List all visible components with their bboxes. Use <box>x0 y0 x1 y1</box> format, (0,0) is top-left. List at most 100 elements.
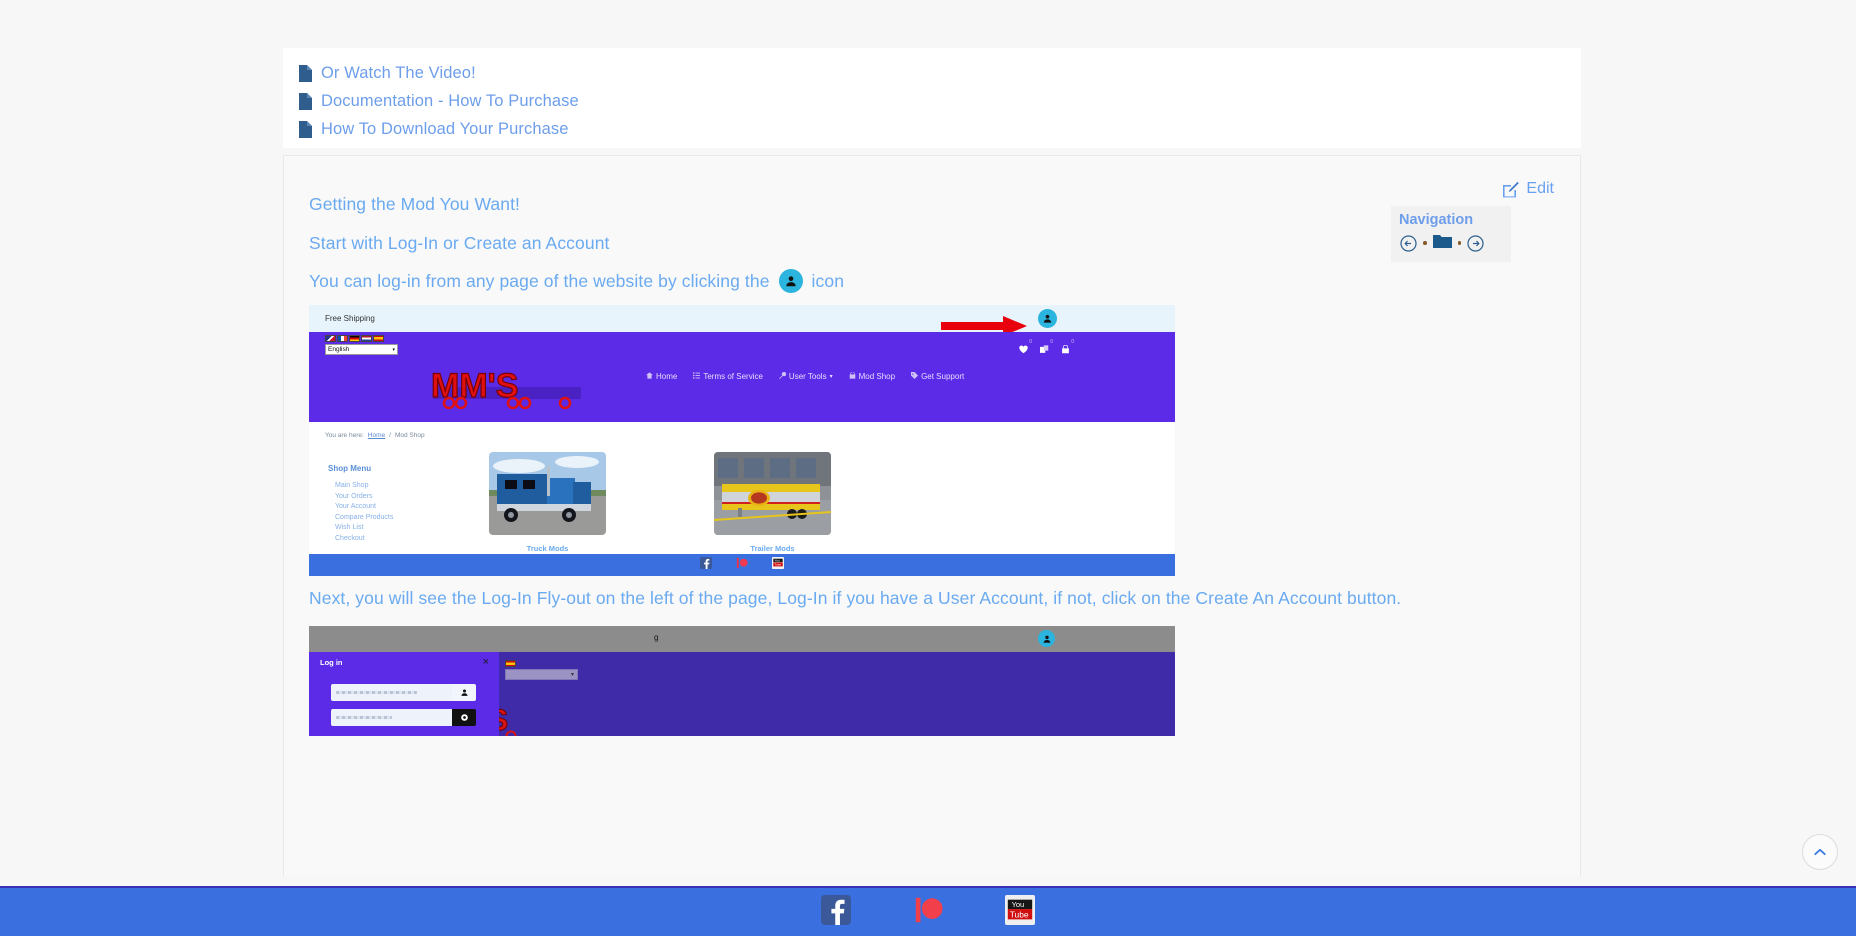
navigation-title: Navigation <box>1391 206 1511 228</box>
compare-count: 0 <box>1050 339 1053 345</box>
user-icon <box>452 684 476 701</box>
cart-icon[interactable]: 0 <box>1061 341 1070 351</box>
sidebar-item-wish-list[interactable]: Wish List <box>328 523 448 534</box>
wrench-icon <box>779 372 786 381</box>
nav-label: Mod Shop <box>859 372 895 381</box>
uk-flag[interactable] <box>325 335 336 342</box>
breadcrumb-prefix: You are here: <box>325 432 364 439</box>
breadcrumb-link-home[interactable]: Home <box>368 432 385 439</box>
section-subtitle: Start with Log-In or Create an Account <box>309 233 610 254</box>
germany-flag[interactable] <box>349 335 360 342</box>
link-watch-video[interactable]: Or Watch The Video! <box>321 65 476 82</box>
nav-separator-dot <box>1423 241 1427 245</box>
language-select[interactable]: ▾ <box>505 669 578 680</box>
navigation-box: Navigation <box>1391 206 1511 262</box>
language-flags[interactable] <box>325 335 385 342</box>
breadcrumb-separator: / <box>389 432 391 439</box>
edit-button[interactable]: Edit <box>1502 180 1554 198</box>
arrow-left-circle-icon[interactable] <box>1400 235 1417 252</box>
sidebar-item-checkout[interactable]: Checkout <box>328 534 448 545</box>
shop-body: Shop Menu Main Shop Your Orders Your Acc… <box>309 448 1175 576</box>
list-item[interactable]: Or Watch The Video! <box>299 60 1581 87</box>
scroll-to-top-button[interactable] <box>1802 834 1838 870</box>
user-account-icon[interactable] <box>1038 630 1055 647</box>
patreon-icon[interactable] <box>913 895 943 930</box>
nav-item-home[interactable]: Home <box>646 372 677 381</box>
password-field-group[interactable] <box>331 709 476 726</box>
chevron-down-icon: ▾ <box>571 671 574 678</box>
site-header-dimmed: ▾ MM'S Log in × <box>309 652 1175 736</box>
youtube-icon[interactable]: YouTube <box>772 556 784 574</box>
facebook-icon[interactable] <box>700 556 712 574</box>
promo-text-partial: g <box>654 633 658 642</box>
site-logo[interactable]: MM'S <box>425 359 589 414</box>
nav-item-user-tools[interactable]: User Tools ▾ <box>779 372 833 381</box>
product-title: Truck Mods <box>489 544 606 553</box>
wishlist-heart-icon[interactable]: 0 <box>1019 341 1028 351</box>
document-icon <box>299 65 312 82</box>
nav-label: User Tools <box>789 372 827 381</box>
spain-flag[interactable] <box>505 660 516 667</box>
article-content-panel: Edit Navigation Getting the Mod You Want… <box>283 155 1581 877</box>
password-input[interactable] <box>331 709 452 726</box>
chevron-up-icon <box>1813 845 1827 859</box>
main-navigation: Home Terms of Service User Tools ▾ <box>646 372 964 381</box>
username-field-group[interactable] <box>331 684 476 701</box>
netherlands-flag[interactable] <box>361 335 372 342</box>
username-value-blurred <box>336 691 417 694</box>
list-item[interactable]: Documentation - How To Purchase <box>299 88 1581 115</box>
language-select[interactable]: English ▾ <box>325 344 398 355</box>
document-icon <box>299 93 312 110</box>
svg-text:You: You <box>1012 900 1025 909</box>
svg-text:Tube: Tube <box>1010 909 1029 919</box>
link-documentation-how-to-purchase[interactable]: Documentation - How To Purchase <box>321 93 579 110</box>
nav-item-mod-shop[interactable]: Mod Shop <box>849 372 895 381</box>
sidebar-item-compare-products[interactable]: Compare Products <box>328 513 448 524</box>
close-icon[interactable]: × <box>483 657 489 668</box>
list-icon <box>693 372 700 381</box>
chevron-down-icon: ▾ <box>392 347 395 353</box>
link-how-to-download-purchase[interactable]: How To Download Your Purchase <box>321 121 569 138</box>
list-item[interactable]: How To Download Your Purchase <box>299 116 1581 143</box>
product-title: Trailer Mods <box>714 544 831 553</box>
nav-separator-dot <box>1458 241 1462 245</box>
nav-item-get-support[interactable]: Get Support <box>911 372 964 381</box>
youtube-icon[interactable]: YouTube <box>1005 895 1035 930</box>
site-footer-social-bar: YouTube <box>0 886 1856 936</box>
screenshot-login-flyout: g ▾ MM'S Log in × <box>309 626 1175 736</box>
nav-item-terms-of-service[interactable]: Terms of Service <box>693 372 763 381</box>
password-value-blurred <box>336 716 392 719</box>
site-promo-bar-dimmed: g <box>309 626 1175 652</box>
user-account-icon[interactable] <box>1038 309 1057 328</box>
home-icon <box>646 372 653 381</box>
social-bar-embedded: YouTube <box>309 554 1175 576</box>
chevron-down-icon: ▾ <box>830 373 833 380</box>
key-icon <box>452 709 476 726</box>
username-input[interactable] <box>331 684 452 701</box>
login-instruction-text-after: icon <box>812 271 845 292</box>
user-account-icon <box>779 269 803 293</box>
tag-icon <box>911 372 918 381</box>
arrow-right-circle-icon[interactable] <box>1467 235 1484 252</box>
sidebar-item-your-orders[interactable]: Your Orders <box>328 492 448 503</box>
promo-text: Free Shipping <box>325 314 375 323</box>
nav-label: Home <box>656 372 677 381</box>
edit-pencil-icon <box>1502 181 1519 198</box>
shop-cart-icon <box>849 372 856 381</box>
breadcrumb: You are here: Home / Mod Shop <box>309 422 1175 448</box>
sidebar-item-your-account[interactable]: Your Account <box>328 502 448 513</box>
svg-text:Tube: Tube <box>774 562 781 566</box>
login-flyout-title: Log in <box>309 652 499 667</box>
facebook-icon[interactable] <box>821 895 851 930</box>
compare-icon[interactable]: 0 <box>1040 341 1049 351</box>
sidebar-item-main-shop[interactable]: Main Shop <box>328 481 448 492</box>
login-instruction-paragraph: You can log-in from any page of the webs… <box>309 269 844 293</box>
france-flag[interactable] <box>337 335 348 342</box>
site-promo-bar: Free Shipping <box>309 305 1175 332</box>
spain-flag[interactable] <box>373 335 384 342</box>
nav-label: Get Support <box>921 372 964 381</box>
folder-icon[interactable] <box>1433 233 1452 253</box>
documentation-links-panel: Or Watch The Video! Documentation - How … <box>283 48 1581 148</box>
header-action-icons: 0 0 0 <box>1019 341 1070 351</box>
patreon-icon[interactable] <box>736 556 748 574</box>
